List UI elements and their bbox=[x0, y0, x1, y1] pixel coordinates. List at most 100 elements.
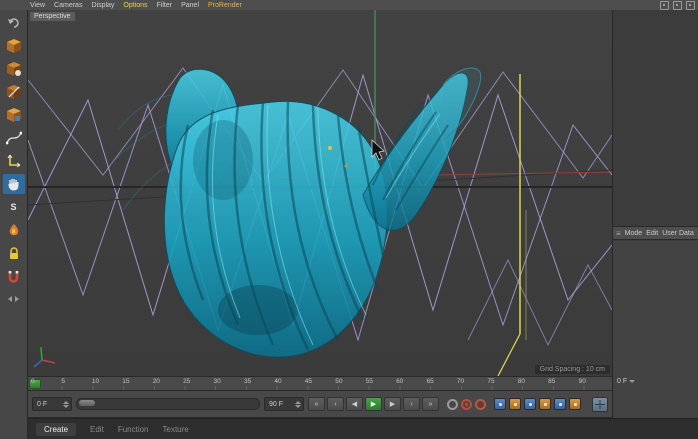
keyframe-selection-button[interactable] bbox=[475, 399, 486, 410]
timeline-end-frame-value: 0 F bbox=[617, 378, 627, 385]
attribute-manager-body bbox=[613, 241, 698, 418]
timeline-ruler[interactable]: 051015202530354045505560657075808590 bbox=[28, 376, 612, 391]
bodypaint-brush-icon[interactable] bbox=[3, 220, 25, 240]
cube-modeling-icon[interactable] bbox=[3, 105, 25, 125]
snap-arrows-icon[interactable] bbox=[3, 289, 25, 309]
cube-generator-icon[interactable] bbox=[3, 59, 25, 79]
cube-deformer-icon[interactable] bbox=[3, 82, 25, 102]
dropdown-arrow-icon bbox=[629, 380, 635, 383]
bottom-menu-edit[interactable]: Edit bbox=[90, 425, 104, 434]
hand-tool-icon[interactable] bbox=[3, 174, 25, 194]
transport-controls: « ‹ ◀ ▶ ▶ › » bbox=[308, 397, 439, 411]
settings-icon[interactable] bbox=[686, 1, 695, 10]
attribute-manager-header: ≡ Mode Edit User Data bbox=[613, 226, 698, 240]
axis-tool-icon[interactable] bbox=[3, 151, 25, 171]
goto-start-button[interactable]: « bbox=[308, 397, 325, 411]
record-parameter-toggle[interactable] bbox=[539, 398, 551, 410]
undo-icon[interactable] bbox=[3, 13, 25, 33]
timeline-tick-label: 5 bbox=[61, 378, 91, 385]
timeline-tick-label: 25 bbox=[183, 378, 213, 385]
scale-tool-icon[interactable]: S bbox=[3, 197, 25, 217]
record-rotation-toggle[interactable] bbox=[524, 398, 536, 410]
vertex-marker-dot-2 bbox=[345, 165, 348, 168]
viewport-camera-label[interactable]: Perspective bbox=[30, 12, 75, 21]
timeline-tick-label: 20 bbox=[153, 378, 183, 385]
timeline-tick-labels: 051015202530354045505560657075808590 bbox=[31, 378, 609, 385]
timeline-tick-label: 40 bbox=[274, 378, 304, 385]
timeline-tick-label: 60 bbox=[396, 378, 426, 385]
timeline-tick-label: 55 bbox=[366, 378, 396, 385]
camera-icon[interactable] bbox=[673, 1, 682, 10]
end-frame-field[interactable]: 90 F bbox=[264, 397, 304, 411]
timeline-tick-label: 30 bbox=[214, 378, 244, 385]
bottom-menu-texture[interactable]: Texture bbox=[163, 425, 189, 434]
magnet-icon[interactable] bbox=[3, 266, 25, 286]
timeline-tick-label: 45 bbox=[305, 378, 335, 385]
bottom-menu-create[interactable]: Create bbox=[36, 423, 76, 436]
power-slider-handle[interactable] bbox=[79, 400, 95, 406]
animation-toolbar: 0 F 90 F « ‹ ◀ ▶ ▶ › » bbox=[28, 391, 612, 418]
timeline-tick-label: 80 bbox=[518, 378, 548, 385]
viewport-canvas[interactable] bbox=[28, 10, 612, 376]
record-scale-toggle[interactable] bbox=[509, 398, 521, 410]
goto-end-button[interactable]: » bbox=[422, 397, 439, 411]
attr-menu-edit[interactable]: Edit bbox=[646, 230, 658, 237]
viewport-menu-items: View Cameras Display Options Filter Pane… bbox=[0, 2, 242, 9]
timeline-power-slider[interactable] bbox=[76, 398, 260, 410]
timeline-tick-label: 75 bbox=[487, 378, 517, 385]
timeline-tick-label: 10 bbox=[92, 378, 122, 385]
timeline-end-frame-label[interactable]: 0 F bbox=[617, 378, 635, 385]
world-axis-gizmo bbox=[34, 347, 55, 367]
timeline-tick-label: 15 bbox=[122, 378, 152, 385]
vertex-marker-dot bbox=[328, 146, 332, 150]
viewport-layout-icon[interactable] bbox=[660, 1, 669, 10]
prev-key-button[interactable]: ‹ bbox=[327, 397, 344, 411]
record-ik-toggle[interactable] bbox=[569, 398, 581, 410]
minimal-interface-icon[interactable] bbox=[592, 397, 608, 412]
play-button[interactable]: ▶ bbox=[365, 397, 382, 411]
record-pla-toggle[interactable] bbox=[554, 398, 566, 410]
attribute-manager-panel: ≡ Mode Edit User Data 0 F bbox=[612, 10, 698, 418]
bottom-menu-function[interactable]: Function bbox=[118, 425, 149, 434]
menu-view[interactable]: View bbox=[30, 2, 45, 9]
timeline-tick-label: 50 bbox=[335, 378, 365, 385]
menubar-corner-icons bbox=[660, 1, 695, 10]
left-toolbar: S bbox=[0, 10, 28, 439]
spinner-icon[interactable] bbox=[295, 401, 301, 408]
timeline-tick-label: 65 bbox=[426, 378, 456, 385]
end-frame-value: 90 F bbox=[269, 401, 283, 408]
menu-filter[interactable]: Filter bbox=[157, 2, 173, 9]
cube-primitive-icon[interactable] bbox=[3, 36, 25, 56]
timeline-tick-label: 35 bbox=[244, 378, 274, 385]
panel-menu-icon[interactable]: ≡ bbox=[616, 229, 621, 238]
grid-spacing-label: Grid Spacing : 10 cm bbox=[535, 365, 610, 374]
next-key-button[interactable]: › bbox=[403, 397, 420, 411]
spline-pen-icon[interactable] bbox=[3, 128, 25, 148]
record-channel-toggles bbox=[494, 398, 581, 410]
lock-icon[interactable] bbox=[3, 243, 25, 263]
record-position-toggle[interactable] bbox=[494, 398, 506, 410]
yellow-axis-diagonal bbox=[498, 334, 520, 376]
menu-cameras[interactable]: Cameras bbox=[54, 2, 82, 9]
attr-menu-userdata[interactable]: User Data bbox=[662, 230, 694, 237]
timeline-tick-label: 90 bbox=[579, 378, 609, 385]
autokey-button[interactable] bbox=[461, 399, 472, 410]
spinner-icon[interactable] bbox=[63, 401, 69, 408]
perspective-viewport[interactable]: Perspective bbox=[28, 10, 612, 376]
menu-options[interactable]: Options bbox=[123, 2, 147, 9]
keyframe-controls bbox=[447, 399, 486, 410]
menu-panel[interactable]: Panel bbox=[181, 2, 199, 9]
record-keyframe-button[interactable] bbox=[447, 399, 458, 410]
timeline-tick-label: 85 bbox=[548, 378, 578, 385]
attr-menu-mode[interactable]: Mode bbox=[625, 230, 643, 237]
timeline-tick-label: 70 bbox=[457, 378, 487, 385]
menu-display[interactable]: Display bbox=[91, 2, 114, 9]
next-frame-button[interactable]: ▶ bbox=[384, 397, 401, 411]
timeline-tick-label: 0 bbox=[31, 378, 61, 385]
menu-prorender[interactable]: ProRender bbox=[208, 2, 242, 9]
bottom-menubar: Create Edit Function Texture bbox=[28, 418, 698, 439]
scale-tool-label: S bbox=[10, 202, 16, 212]
start-frame-field[interactable]: 0 F bbox=[32, 397, 72, 411]
mesh-object[interactable] bbox=[110, 68, 481, 357]
prev-frame-button[interactable]: ◀ bbox=[346, 397, 363, 411]
